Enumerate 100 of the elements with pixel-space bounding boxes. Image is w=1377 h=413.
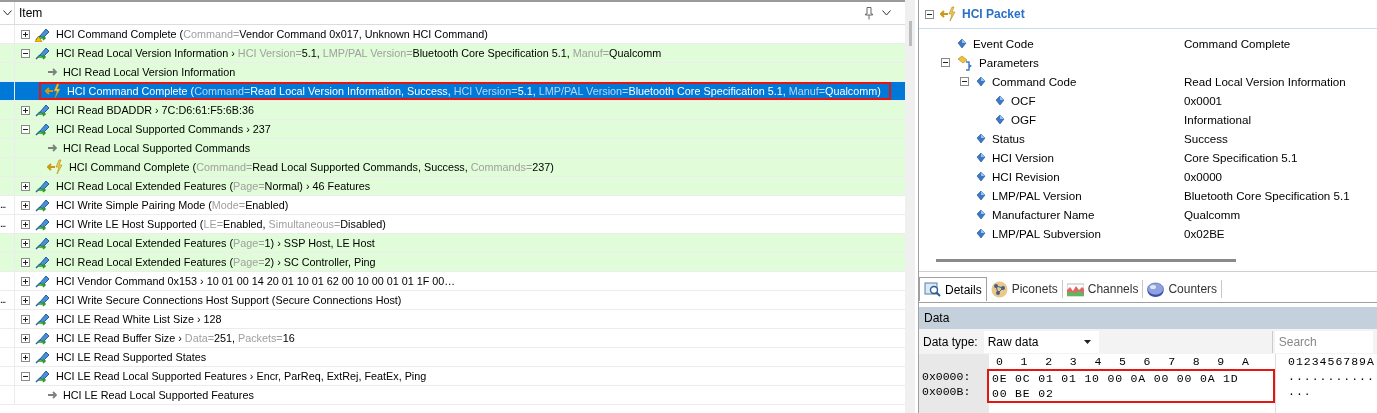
- row-text: HCI LE Read Buffer Size › Data=251, Packets=16: [56, 332, 295, 344]
- property-value: Success: [1184, 132, 1228, 145]
- search-field[interactable]: Search: [1274, 330, 1373, 353]
- expand-toggle[interactable]: [21, 314, 30, 324]
- row-text: HCI Write Simple Pairing Mode (Mode=Enabled): [56, 199, 289, 211]
- column-header[interactable]: Item: [15, 6, 865, 20]
- property-name: LMP/PAL Version: [992, 189, 1082, 202]
- row-text: HCI Read Local Extended Features (Page=2) › SC Controller, Ping: [56, 256, 376, 268]
- list-row[interactable]: HCI Read BDADDR › 7C:D6:61:F5:6B:36: [0, 101, 905, 120]
- expand-toggle[interactable]: [21, 29, 30, 39]
- panel-title: Data: [924, 311, 950, 325]
- row-text: HCI Read Local Supported Commands: [63, 142, 251, 154]
- column-header: 8: [1192, 354, 1201, 369]
- expand-toggle[interactable]: [21, 238, 30, 248]
- list-row[interactable]: HCI Command Complete (Command=Read Local Version Information, Success, HCI Version=5.1, LMP/PAL Version=Bluetooth Core Specification 5.1, Manuf=Qualcomm): [0, 82, 905, 101]
- expand-toggle[interactable]: [21, 333, 30, 343]
- expand-toggle[interactable]: [21, 352, 30, 362]
- arrow-icon: [47, 66, 57, 78]
- disk-icon: [1147, 280, 1165, 298]
- tab[interactable]: Counters: [1143, 280, 1223, 298]
- chart-icon: [1066, 280, 1084, 298]
- tab[interactable]: Channels: [1062, 280, 1144, 298]
- scroll-thumb[interactable]: [908, 21, 912, 46]
- list-row[interactable]: HCI LE Read White List Size › 128: [0, 310, 905, 329]
- cell-text: ...: [0, 294, 6, 306]
- tab[interactable]: Piconets: [986, 280, 1063, 298]
- property-value: 0x0000: [1184, 170, 1223, 183]
- property-icon: [976, 152, 986, 163]
- property-value: Bluetooth Core Specification 5.1: [1184, 189, 1350, 202]
- column-header: 9: [1217, 354, 1226, 369]
- expand-toggle[interactable]: [21, 105, 30, 115]
- lightning-arrow-icon: [940, 6, 956, 22]
- tab[interactable]: Details: [919, 277, 987, 301]
- column-header: 3: [1069, 354, 1078, 369]
- dropdown[interactable]: Raw data: [983, 330, 1099, 353]
- expand-toggle[interactable]: [21, 181, 30, 191]
- expand-toggle[interactable]: [21, 257, 30, 267]
- collapse-toggle[interactable]: [21, 48, 30, 58]
- network-icon: [990, 280, 1008, 298]
- property-name: LMP/PAL Subversion: [992, 227, 1101, 240]
- lightning-arrow-icon: [47, 159, 63, 175]
- property-icon: [957, 38, 967, 49]
- column-header: 0123456789A: [1288, 354, 1375, 369]
- list-row[interactable]: HCI Read Local Extended Features (Page=2) › SC Controller, Ping: [0, 253, 905, 272]
- list-row[interactable]: HCI Read Local Supported Commands: [0, 139, 905, 158]
- column-header: 1: [1020, 354, 1029, 369]
- list-row[interactable]: ... HCI Write Simple Pairing Mode (Mode=Enabled): [0, 196, 905, 215]
- property-name: OGF: [1011, 113, 1037, 126]
- pin-icon[interactable]: [865, 6, 873, 20]
- arrow-icon: [47, 389, 57, 401]
- row-text: HCI Read Local Version Information: [63, 66, 236, 78]
- list-row[interactable]: HCI Vendor Command 0x153 › 10 01 00 14 20 01 10 01 62 00 10 00 01 01 1F 00…: [0, 272, 905, 291]
- row-text: HCI Read Local Supported Commands › 237: [56, 123, 271, 135]
- column-header: 5: [1118, 354, 1127, 369]
- list-row[interactable]: ... HCI Write LE Host Supported (LE=Enabled, Simultaneous=Disabled): [0, 215, 905, 234]
- collapse-toggle[interactable]: [941, 58, 950, 67]
- expand-toggle[interactable]: [21, 219, 30, 229]
- property-name: Manufacturer Name: [992, 208, 1095, 221]
- collapse-toggle[interactable]: [21, 124, 30, 134]
- expand-toggle[interactable]: [21, 295, 30, 305]
- property-value: Core Specification 5.1: [1184, 151, 1298, 164]
- property-name: Event Code: [973, 37, 1034, 50]
- row-text: HCI Command Complete (Command=Read Local Version Information, Success, HCI Version=5.1, LMP/PAL Version=Bluetooth Core Specification 5.1, Manuf=Qualcomm): [67, 85, 881, 97]
- list-row[interactable]: ... HCI Write Secure Connections Host Support (Secure Connections Host): [0, 291, 905, 310]
- list-row[interactable]: HCI Read Local Version Information: [0, 63, 905, 82]
- property-name: Parameters: [979, 56, 1039, 69]
- ascii-text: ...: [1288, 384, 1313, 399]
- collapse-toggle[interactable]: [925, 9, 934, 19]
- property-icon: [976, 190, 986, 201]
- chevron-icon[interactable]: [3, 10, 12, 16]
- list-row[interactable]: HCI Read Local Supported Commands › 237: [0, 120, 905, 139]
- expand-toggle[interactable]: [21, 276, 30, 286]
- property-value: Qualcomm: [1184, 208, 1241, 221]
- list-row[interactable]: HCI Read Local Extended Features (Page=1) › SSP Host, LE Host: [0, 234, 905, 253]
- property-value: Read Local Version Information: [1184, 75, 1346, 88]
- list-row[interactable]: HCI LE Read Supported States: [0, 348, 905, 367]
- list-row[interactable]: HCI Command Complete (Command=Read Local Supported Commands, Success, Commands=237): [0, 158, 905, 177]
- scrollbar[interactable]: [905, 0, 915, 413]
- list-row[interactable]: HCI Command Complete (Command=Vendor Command 0x017, Unknown HCI Command): [0, 25, 905, 44]
- row-text: HCI LE Read White List Size › 128: [56, 313, 222, 325]
- field-label: Data type:: [922, 334, 979, 349]
- column-header: 2: [1045, 354, 1054, 369]
- offset-label: 0x000B:: [921, 384, 972, 399]
- list-row[interactable]: HCI Read Local Extended Features (Page=Normal) › 46 Features: [0, 177, 905, 196]
- property-icon: [976, 209, 986, 220]
- list-row[interactable]: HCI LE Read Buffer Size › Data=251, Packets=16: [0, 329, 905, 348]
- list-row[interactable]: HCI Read Local Version Information › HCI Version=5.1, LMP/PAL Version=Bluetooth Core Specification 5.1, Manuf=Qualcomm: [0, 44, 905, 63]
- collapse-toggle[interactable]: [21, 371, 30, 381]
- chevron-icon[interactable]: [882, 10, 891, 16]
- hex-bytes: 0E 0C 01 01 10 00 0A 00 00 0A 1D: [992, 371, 1240, 386]
- scroll-thumb[interactable]: [936, 259, 1236, 262]
- collapse-toggle[interactable]: [960, 77, 969, 86]
- list-row[interactable]: HCI LE Read Local Supported Features: [0, 386, 905, 405]
- cell-text: ...: [0, 218, 6, 230]
- list-row[interactable]: HCI LE Read Local Supported Features › Encr, ParReq, ExtRej, FeatEx, Ping: [0, 367, 905, 386]
- column-header: 4: [1094, 354, 1103, 369]
- expand-toggle[interactable]: [21, 200, 30, 210]
- cell-text: ...: [0, 199, 6, 211]
- row-text: HCI Read Local Extended Features (Page=Normal) › 46 Features: [56, 180, 371, 192]
- property-name: HCI Version: [992, 151, 1054, 164]
